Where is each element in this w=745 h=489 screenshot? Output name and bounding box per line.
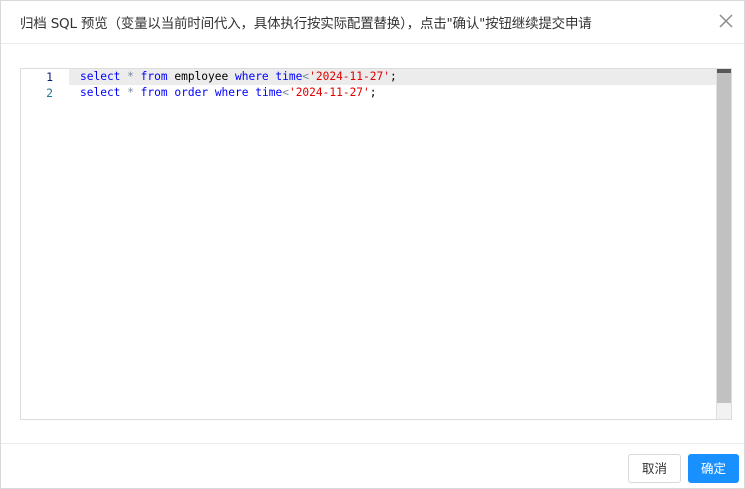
- code-token-plain: ;: [389, 70, 397, 83]
- code-token-string: '2024-11-27': [309, 70, 390, 83]
- close-icon: [719, 14, 733, 28]
- vertical-scrollbar[interactable]: [716, 69, 731, 419]
- code-area[interactable]: select * from employee where time<'2024-…: [69, 69, 716, 419]
- code-token-operator: *: [127, 70, 134, 83]
- line-number: 2: [46, 86, 53, 100]
- code-token-keyword: order: [174, 86, 209, 99]
- code-token-plain: employee: [167, 70, 235, 83]
- confirm-button[interactable]: 确定: [688, 454, 739, 483]
- code-token-keyword: where: [234, 70, 269, 83]
- code-token-keyword: time: [255, 86, 283, 99]
- cancel-button[interactable]: 取消: [628, 454, 681, 483]
- code-line[interactable]: select * from order where time<'2024-11-…: [69, 85, 716, 101]
- code-line[interactable]: select * from employee where time<'2024-…: [69, 69, 716, 85]
- sql-editor[interactable]: 12 select * from employee where time<'20…: [20, 68, 732, 420]
- code-token-keyword: time: [275, 70, 303, 83]
- code-token-string: '2024-11-27': [288, 86, 370, 99]
- line-number: 1: [46, 70, 53, 84]
- code-token-keyword: from: [140, 70, 168, 83]
- dialog-header: 归档 SQL 预览（变量以当前时间代入，具体执行按实际配置替换），点击"确认"按…: [1, 1, 744, 44]
- code-token-keyword: select: [80, 70, 121, 83]
- code-token-plain: ;: [369, 86, 377, 99]
- line-number-gutter: 12: [21, 69, 69, 419]
- code-token-keyword: select: [80, 86, 121, 99]
- dialog-footer: 取消 确定: [1, 443, 744, 488]
- close-button[interactable]: [714, 9, 738, 33]
- code-token-operator: <: [282, 86, 289, 99]
- code-token-keyword: where: [214, 86, 249, 99]
- code-token-keyword: from: [140, 86, 168, 99]
- sql-preview-dialog: 归档 SQL 预览（变量以当前时间代入，具体执行按实际配置替换），点击"确认"按…: [0, 0, 745, 489]
- code-token-operator: *: [127, 86, 134, 99]
- scrollbar-thumb[interactable]: [717, 69, 731, 403]
- dialog-title: 归档 SQL 预览（变量以当前时间代入，具体执行按实际配置替换），点击"确认"按…: [20, 16, 592, 32]
